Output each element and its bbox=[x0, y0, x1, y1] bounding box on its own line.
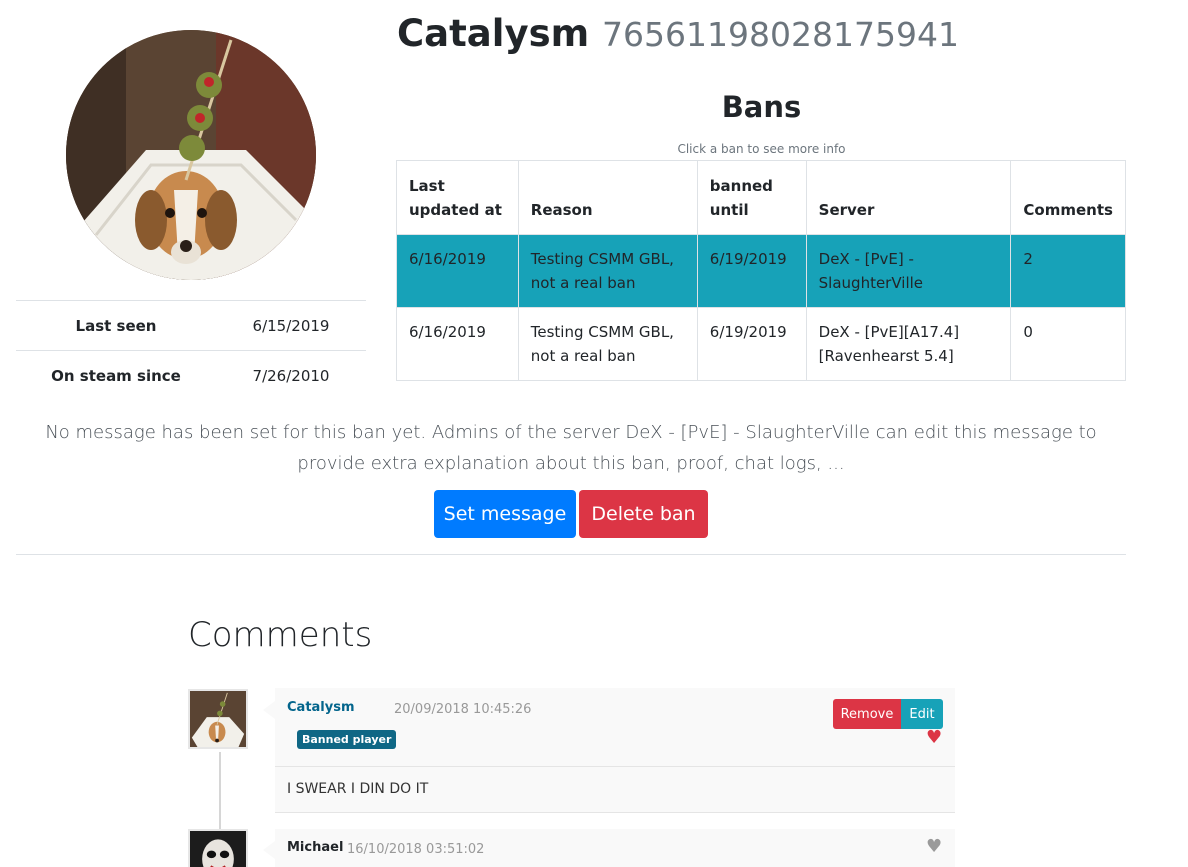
ban-server: DeX - [PvE][A17.4][Ravenhearst 5.4] bbox=[805, 307, 1012, 381]
comment-thread-line bbox=[219, 752, 221, 829]
col-header-banned-until: banned until bbox=[696, 160, 807, 235]
stat-value: 6/15/2019 bbox=[216, 300, 366, 351]
comment-separator bbox=[275, 812, 955, 813]
comment-date: 16/10/2018 03:51:02 bbox=[347, 842, 485, 857]
mask-avatar-image bbox=[190, 831, 246, 867]
comment-arrow bbox=[263, 841, 275, 859]
comment-author-link[interactable]: Michael bbox=[287, 840, 343, 855]
banned-player-badge: Banned player bbox=[297, 730, 397, 749]
ban-updated: 6/16/2019 bbox=[396, 307, 519, 381]
comment-author-link[interactable]: Catalysm bbox=[287, 700, 355, 715]
player-name: Catalysm bbox=[397, 12, 590, 55]
player-title: Catalysm 76561198028175941 bbox=[397, 12, 959, 55]
delete-ban-button[interactable]: Delete ban bbox=[579, 490, 708, 538]
comment-text: I SWEAR I DIN DO IT bbox=[287, 781, 429, 797]
ban-row-selected[interactable]: 6/16/2019 Testing CSMM GBL, not a real b… bbox=[396, 234, 1126, 308]
stat-label: Last seen bbox=[16, 300, 216, 351]
comment-avatar bbox=[188, 829, 248, 867]
ban-reason: Testing CSMM GBL, not a real ban bbox=[517, 234, 698, 308]
bans-header-row: Last updated at Reason banned until Serv… bbox=[396, 160, 1126, 235]
edit-comment-button[interactable]: Edit bbox=[901, 699, 943, 729]
bans-table: Last updated at Reason banned until Serv… bbox=[396, 160, 1126, 381]
ban-updated: 6/16/2019 bbox=[396, 234, 519, 308]
ban-comments: 2 bbox=[1010, 234, 1126, 308]
ban-server: DeX - [PvE] - SlaughterVille bbox=[805, 234, 1012, 308]
comment-separator bbox=[275, 766, 955, 767]
col-header-last-updated: Last updated at bbox=[396, 160, 519, 235]
dog-with-cone-image bbox=[66, 30, 316, 280]
steam-id: 76561198028175941 bbox=[602, 15, 959, 54]
ban-until: 6/19/2019 bbox=[696, 307, 807, 381]
col-header-server: Server bbox=[805, 160, 1012, 235]
stat-row-last-seen: Last seen 6/15/2019 bbox=[16, 300, 366, 351]
comment-arrow bbox=[263, 701, 275, 719]
ban-comments: 0 bbox=[1010, 307, 1126, 381]
ban-reason: Testing CSMM GBL, not a real ban bbox=[517, 307, 698, 381]
ban-row[interactable]: 6/16/2019 Testing CSMM GBL, not a real b… bbox=[396, 307, 1126, 381]
stat-value: 7/26/2010 bbox=[216, 350, 366, 401]
stat-label: On steam since bbox=[16, 350, 216, 401]
comment-date: 20/09/2018 10:45:26 bbox=[394, 702, 532, 717]
ban-message: No message has been set for this ban yet… bbox=[45, 422, 1097, 474]
set-message-button[interactable]: Set message bbox=[434, 490, 576, 538]
remove-comment-button[interactable]: Remove bbox=[833, 699, 901, 729]
heart-icon[interactable]: ♥ bbox=[926, 838, 942, 856]
section-divider bbox=[16, 554, 1126, 555]
heart-icon[interactable]: ♥ bbox=[926, 729, 942, 747]
profile-avatar bbox=[66, 30, 316, 280]
bans-hint: Click a ban to see more info bbox=[677, 142, 846, 156]
ban-until: 6/19/2019 bbox=[696, 234, 807, 308]
bans-heading: Bans bbox=[721, 90, 802, 124]
stat-row-steam-since: On steam since 7/26/2010 bbox=[16, 350, 366, 401]
comments-heading: Comments bbox=[188, 615, 373, 655]
profile-stats-table: Last seen 6/15/2019 On steam since 7/26/… bbox=[16, 300, 366, 401]
col-header-comments: Comments bbox=[1010, 160, 1126, 235]
comment-avatar bbox=[188, 689, 248, 749]
dog-avatar-image bbox=[190, 691, 246, 747]
col-header-reason: Reason bbox=[517, 160, 698, 235]
